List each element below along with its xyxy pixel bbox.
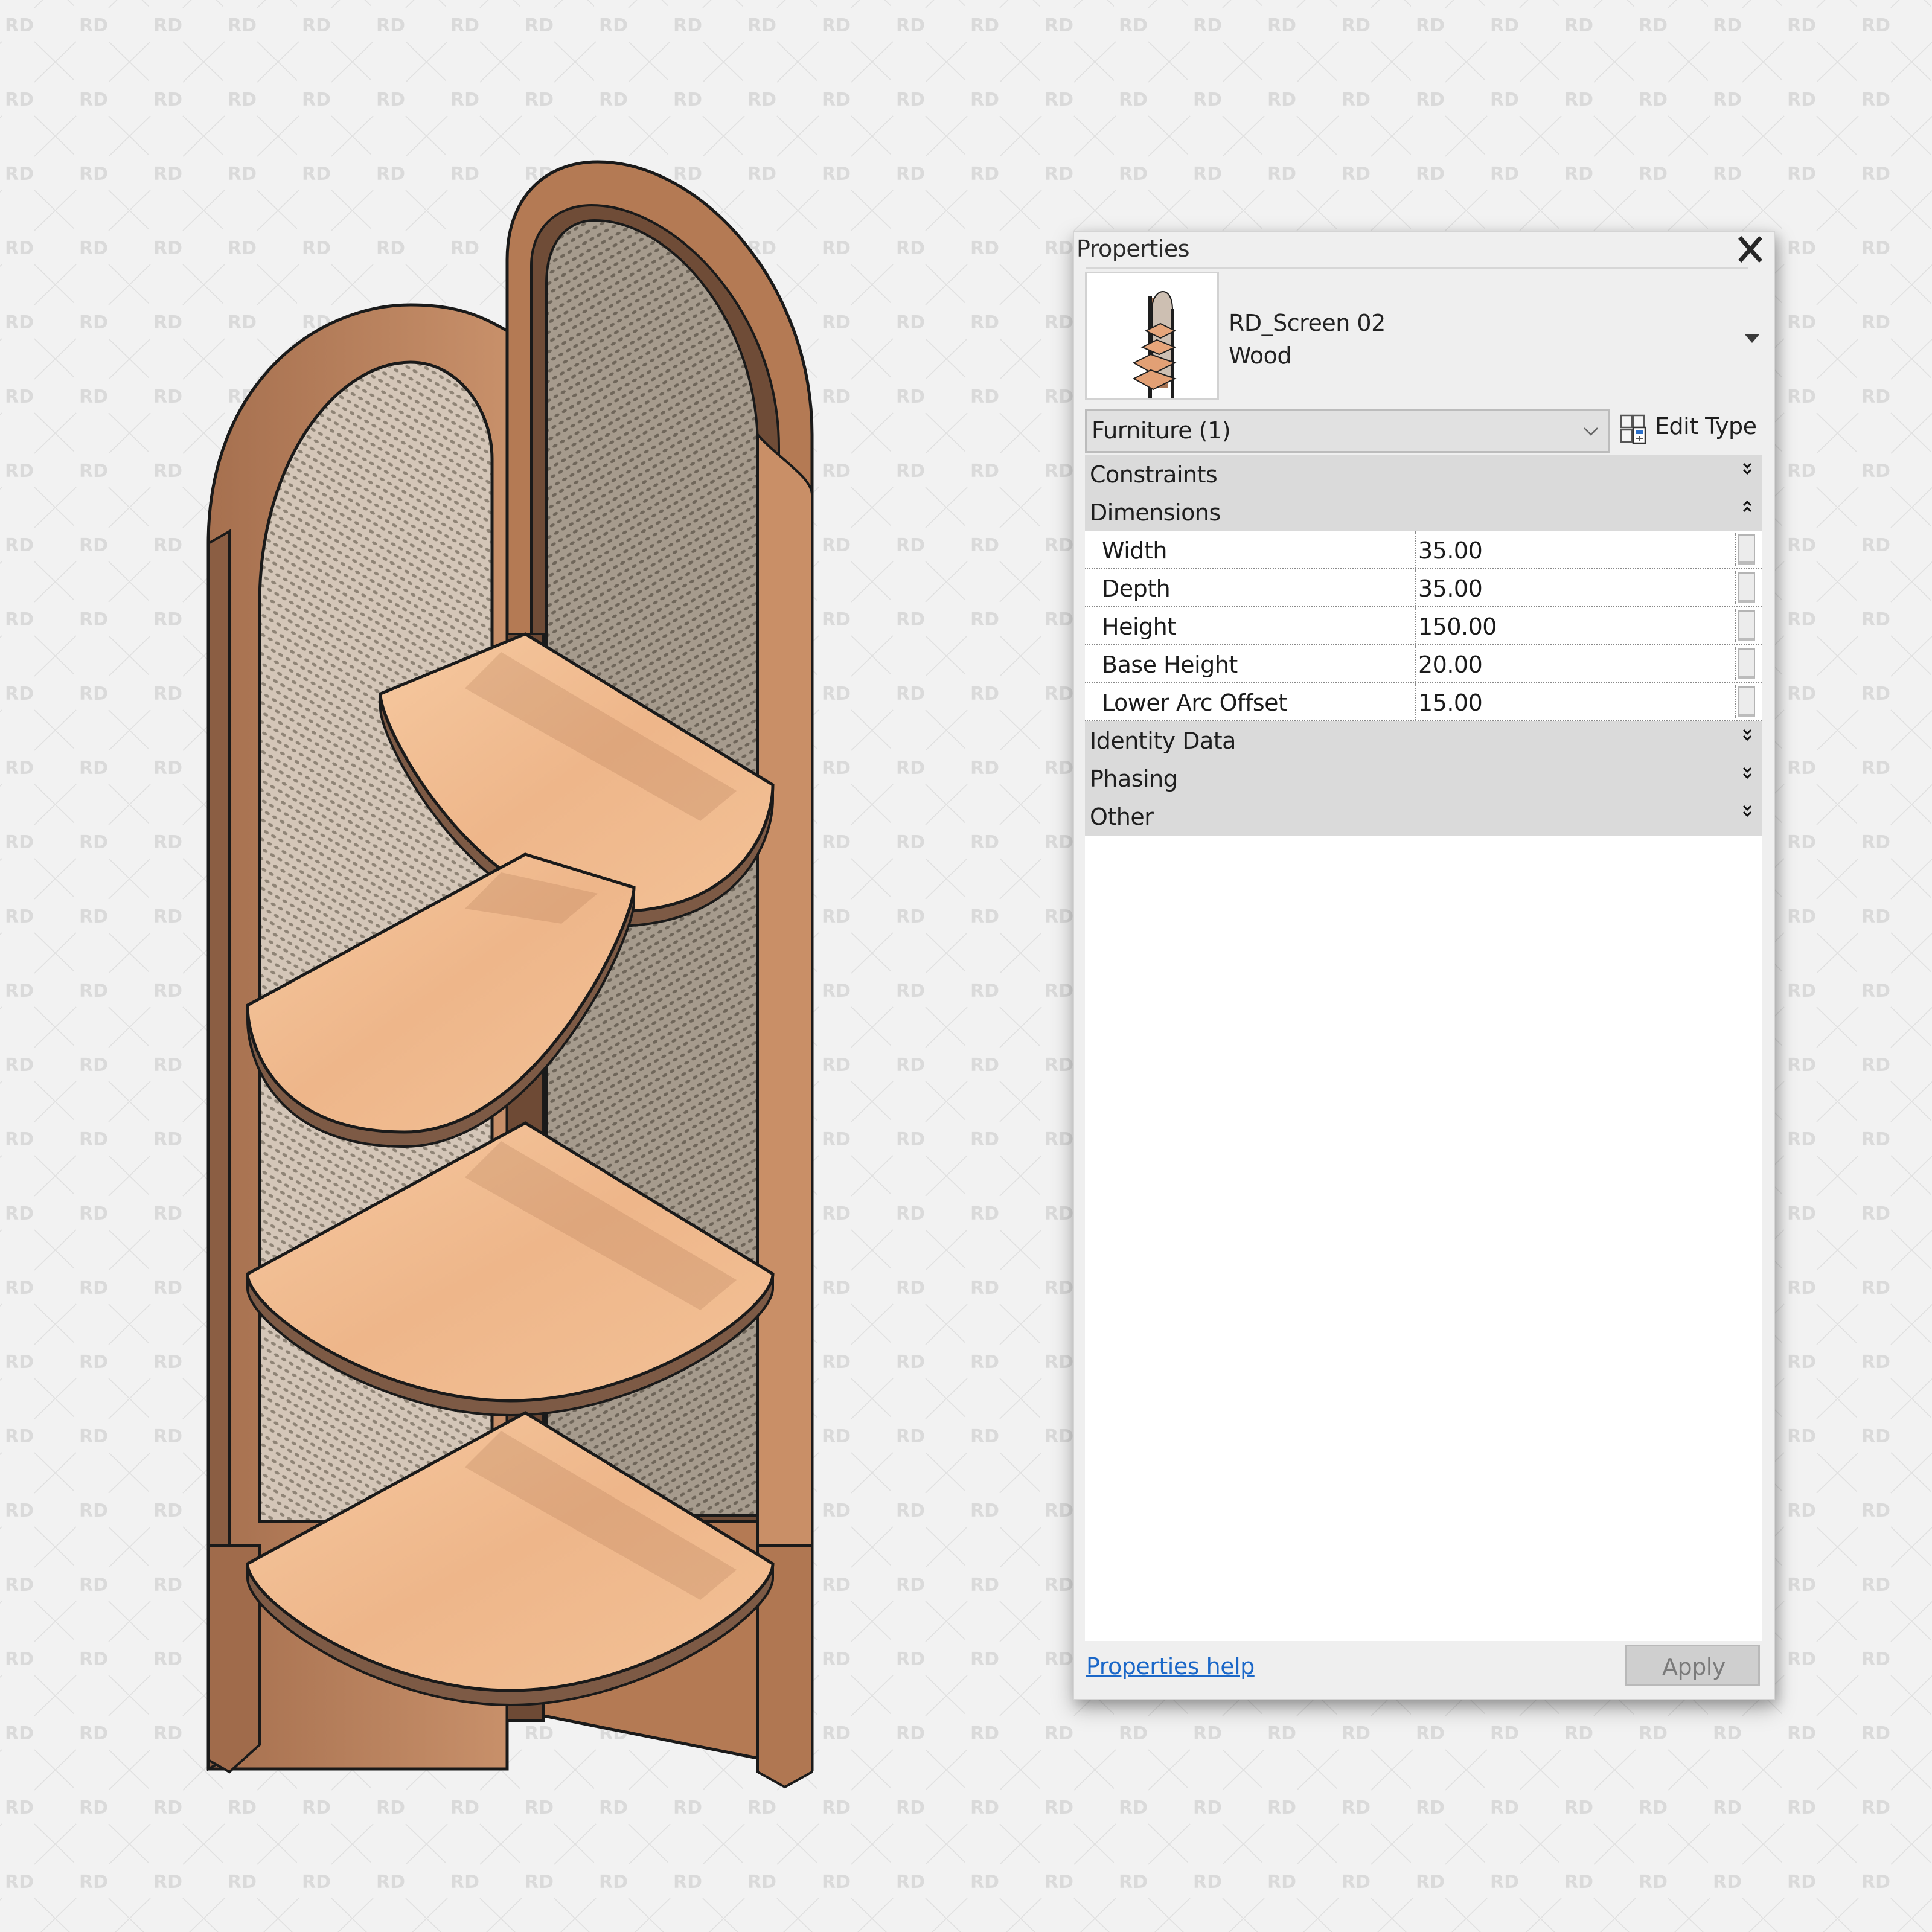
apply-button[interactable]: Apply	[1625, 1645, 1760, 1686]
section-other[interactable]: Other	[1085, 798, 1762, 836]
properties-help-link[interactable]: Properties help	[1086, 1653, 1255, 1680]
associate-parameter-button[interactable]	[1735, 571, 1755, 604]
expand-icon	[1742, 729, 1752, 741]
apply-label: Apply	[1662, 1654, 1726, 1680]
panel-footer: Properties help Apply	[1074, 1641, 1774, 1699]
close-icon	[1738, 236, 1762, 263]
base-height-value-field[interactable]: 20.00	[1415, 645, 1733, 682]
edit-type-label: Edit Type	[1655, 413, 1757, 440]
shelf-preview-icon	[1132, 290, 1177, 400]
3d-view-canvas[interactable]	[0, 0, 906, 1932]
associate-parameter-button[interactable]	[1735, 609, 1755, 642]
section-label: Identity Data	[1090, 728, 1236, 754]
property-value: 150.00	[1418, 613, 1497, 640]
corner-shelf-model	[206, 160, 814, 1789]
expand-icon	[1742, 767, 1752, 779]
properties-panel: Properties RD_Screen 02 Wood Furniture (…	[1073, 231, 1775, 1700]
type-selector[interactable]: RD_Screen 02 Wood	[1085, 272, 1761, 406]
chevron-down-icon	[1584, 427, 1598, 436]
section-phasing[interactable]: Phasing	[1085, 760, 1762, 798]
property-name: Base Height	[1102, 651, 1238, 678]
filter-selected-value: Furniture (1)	[1092, 417, 1231, 444]
title-divider	[1086, 267, 1748, 269]
property-value: 15.00	[1418, 689, 1483, 716]
section-label: Other	[1090, 804, 1154, 830]
type-name: RD_Screen 02 Wood	[1229, 307, 1386, 372]
property-value: 20.00	[1418, 651, 1483, 678]
associate-parameter-button[interactable]	[1735, 647, 1755, 680]
properties-empty-area	[1085, 836, 1762, 1641]
edit-type-icon	[1620, 414, 1646, 444]
properties-grid: Constraints Dimensions Width 35.00 Depth…	[1085, 455, 1762, 836]
section-identity-data[interactable]: Identity Data	[1085, 721, 1762, 760]
edit-type-button[interactable]: Edit Type	[1620, 409, 1765, 453]
property-name: Lower Arc Offset	[1102, 689, 1287, 716]
filter-row: Furniture (1) Edit Type	[1085, 409, 1761, 453]
property-name: Depth	[1102, 575, 1171, 602]
property-name: Height	[1102, 613, 1176, 640]
close-button[interactable]	[1734, 233, 1767, 266]
width-value-field[interactable]: 35.00	[1415, 531, 1733, 568]
property-value: 35.00	[1418, 537, 1483, 564]
collapse-icon	[1742, 500, 1752, 513]
property-row-base-height: Base Height 20.00	[1085, 645, 1762, 683]
type-thumbnail	[1085, 272, 1219, 400]
section-label: Dimensions	[1090, 499, 1221, 526]
type-dropdown-arrow-icon[interactable]	[1744, 332, 1761, 345]
associate-parameter-button[interactable]	[1735, 685, 1755, 718]
section-dimensions[interactable]: Dimensions	[1085, 493, 1762, 531]
depth-value-field[interactable]: 35.00	[1415, 569, 1733, 606]
section-label: Phasing	[1090, 766, 1178, 792]
section-label: Constraints	[1090, 461, 1218, 488]
associate-parameter-button[interactable]	[1735, 533, 1755, 566]
element-filter-dropdown[interactable]: Furniture (1)	[1085, 409, 1610, 453]
property-row-width: Width 35.00	[1085, 531, 1762, 569]
property-row-lower-arc-offset: Lower Arc Offset 15.00	[1085, 683, 1762, 721]
property-name: Width	[1102, 537, 1167, 564]
family-name: RD_Screen 02	[1229, 310, 1386, 336]
property-row-depth: Depth 35.00	[1085, 569, 1762, 607]
expand-icon	[1742, 462, 1752, 475]
property-row-height: Height 150.00	[1085, 607, 1762, 645]
panel-title: Properties	[1076, 235, 1190, 262]
height-value-field[interactable]: 150.00	[1415, 607, 1733, 644]
property-value: 35.00	[1418, 575, 1483, 602]
expand-icon	[1742, 805, 1752, 817]
lower-arc-offset-value-field[interactable]: 15.00	[1415, 683, 1733, 720]
type-variant: Wood	[1229, 342, 1291, 369]
section-constraints[interactable]: Constraints	[1085, 455, 1762, 493]
